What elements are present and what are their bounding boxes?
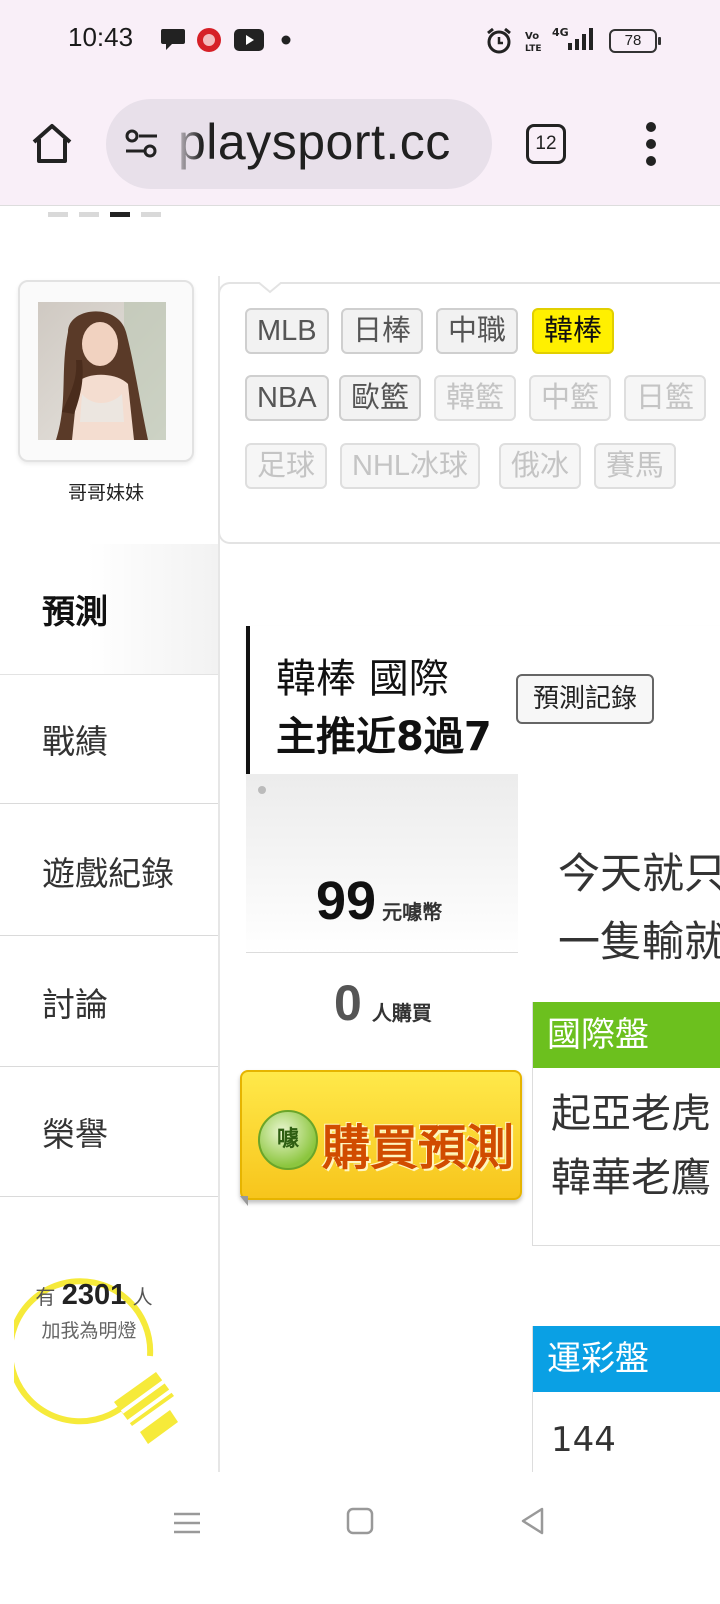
nav-item-label: 榮譽: [42, 1114, 108, 1154]
dot-icon: [281, 35, 291, 45]
url-fade: [172, 99, 202, 189]
tag-japan-basketball: 日籃: [624, 375, 707, 421]
tag-korean-basketball: 韓籃: [434, 375, 517, 421]
carousel-indicator: [48, 206, 172, 221]
ribbon-tail: [240, 1196, 248, 1206]
panel-pointer: [258, 282, 282, 294]
home-square-icon[interactable]: [345, 1506, 375, 1536]
fans-count-line: 有 2301 人: [35, 1279, 153, 1311]
avatar[interactable]: [38, 302, 166, 440]
tag-soccer: 足球: [245, 443, 328, 489]
nav-item-label: 遊戲紀錄: [42, 853, 174, 893]
odds-card-international: 國際盤 起亞老虎 韓華老鷹: [532, 1002, 720, 1246]
back-icon[interactable]: [518, 1506, 548, 1536]
divider: [246, 952, 518, 953]
fans-caption[interactable]: 加我為明燈: [14, 1316, 164, 1343]
prediction-header: 韓棒 國際 主推近8過7 預測記錄: [246, 626, 720, 774]
buy-prediction-button[interactable]: 噱 購買預測: [240, 1070, 522, 1200]
tabs-icon[interactable]: 12: [526, 124, 566, 164]
battery-icon: 78: [609, 29, 661, 53]
chat-icon: [161, 29, 185, 50]
prediction-description: 今天就只 一隻輸就: [558, 849, 720, 966]
coin-icon: 噱: [258, 1110, 318, 1170]
tag-euro-basketball[interactable]: 歐籃: [339, 375, 422, 421]
nav-item-game-history[interactable]: 遊戲紀錄: [0, 806, 218, 936]
tag-korean-baseball[interactable]: 韓棒: [532, 308, 615, 354]
volte-icon: Vo LTE: [525, 31, 542, 54]
nav-item-record[interactable]: 戰績: [0, 674, 218, 804]
lightbulb-icon[interactable]: [14, 1246, 204, 1446]
pin-icon: [258, 786, 266, 794]
status-time: 10:43: [68, 22, 134, 52]
nav-item-label: 戰績: [42, 722, 108, 761]
tag-nhl: NHL冰球: [340, 443, 481, 489]
odds-title: 運彩盤: [533, 1326, 720, 1392]
url-text[interactable]: playsport.cc: [178, 113, 451, 171]
team-line[interactable]: 韓華老鷹: [533, 1146, 720, 1210]
team-line[interactable]: 起亞老虎: [533, 1082, 720, 1146]
tag-horse-racing: 賽馬: [594, 443, 677, 489]
svg-text:LTE: LTE: [525, 44, 542, 54]
nav-item-honors[interactable]: 榮譽: [0, 1067, 218, 1197]
nav-item-predictions[interactable]: 預測: [0, 544, 218, 674]
user-name[interactable]: 哥哥妹妹: [18, 478, 194, 505]
more-vert-icon[interactable]: [640, 120, 664, 168]
buyers-unit: 人購買: [371, 1001, 432, 1025]
odds-card-sports-lottery: 運彩盤 144: [532, 1326, 720, 1472]
price-value: 99: [316, 871, 377, 931]
nav-item-label: 討論: [42, 984, 108, 1024]
status-bar: 10:43 Vo LTE 4G 78: [0, 0, 720, 82]
tag-nba[interactable]: NBA: [245, 375, 329, 421]
youtube-icon: [234, 29, 264, 51]
prediction-card: 99 元噱幣 0 人購買 噱 購買預測 今天就只 一隻輸就 國際盤 起亞老虎 韓華老…: [240, 774, 720, 1472]
site-settings-icon[interactable]: [124, 127, 160, 161]
tag-russian-hockey: 俄冰: [499, 443, 582, 489]
tag-cpbl[interactable]: 中職: [436, 308, 519, 354]
svg-text:Vo: Vo: [525, 31, 539, 42]
odds-title: 國際盤: [533, 1002, 720, 1068]
league-title: 韓棒 國際: [276, 656, 449, 702]
price-row: 99 元噱幣: [316, 870, 442, 932]
record-summary: 主推近8過7: [276, 714, 492, 760]
svg-text:4G: 4G: [552, 26, 569, 39]
nav-item-discussion[interactable]: 討論: [0, 937, 218, 1067]
buyers-count: 0: [334, 975, 362, 1031]
browser-toolbar: playsport.cc 12: [0, 82, 720, 206]
fans-count: 2301: [61, 1279, 127, 1311]
home-icon[interactable]: [28, 120, 76, 168]
price-unit: 元噱幣: [382, 900, 443, 924]
recents-icon[interactable]: [172, 1508, 202, 1538]
buyers-row: 0 人購買: [334, 974, 432, 1032]
address-bar[interactable]: playsport.cc: [106, 99, 492, 189]
buy-prediction-label: 購買預測: [322, 1120, 515, 1176]
tag-china-basketball: 中籃: [529, 375, 612, 421]
nav-item-label: 預測: [42, 592, 108, 631]
tag-japan-baseball[interactable]: 日棒: [341, 308, 424, 354]
app-badge-icon: [197, 28, 221, 52]
web-page: 哥哥妹妹 預測 戰績 遊戲紀錄 討論 榮譽 有 2301 人 加我為明燈 韓棒 …: [0, 206, 720, 1472]
prediction-record-button[interactable]: 預測記錄: [516, 674, 654, 724]
avatar-frame[interactable]: [18, 280, 194, 462]
signal-4g-icon: 4G: [552, 26, 593, 50]
tag-mlb[interactable]: MLB: [245, 308, 329, 354]
system-navigation-bar: [0, 1472, 720, 1604]
alarm-icon: [487, 27, 511, 54]
odds-value[interactable]: 144: [533, 1408, 720, 1472]
